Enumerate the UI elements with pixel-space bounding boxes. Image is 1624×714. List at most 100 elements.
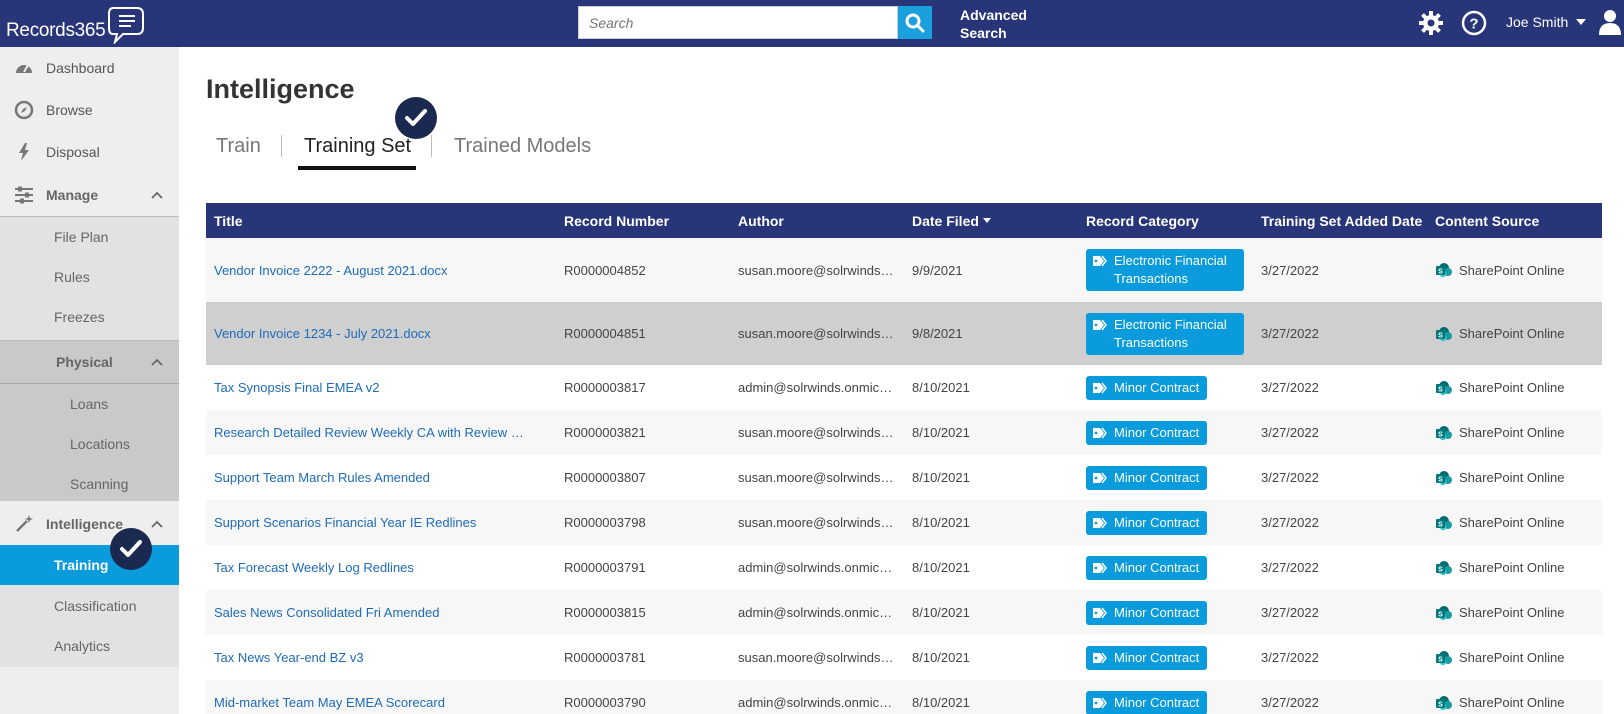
cell-added-date: 3/27/2022 (1261, 695, 1319, 710)
cell-author: susan.moore@solrwinds.onmicrosoft.com (738, 262, 896, 278)
cell-content-source: S SharePoint Online (1435, 680, 1600, 714)
gear-icon[interactable] (1418, 10, 1444, 36)
cell-record-category: Minor Contract (1086, 410, 1251, 455)
column-header-date-filed[interactable]: Date Filed (912, 203, 991, 238)
table-row[interactable]: Support Scenarios Financial Year IE Redl… (206, 500, 1602, 545)
category-badge[interactable]: Electronic Financial Transactions (1086, 312, 1244, 355)
record-title-link[interactable]: Sales News Consolidated Fri Amended (214, 605, 439, 620)
user-avatar-icon[interactable] (1598, 8, 1622, 36)
cell-record-category: Electronic Financial Transactions (1086, 302, 1251, 365)
table-row[interactable]: Tax News Year-end BZ v3 R0000003781 susan.… (206, 635, 1602, 680)
record-title-link[interactable]: Vendor Invoice 1234 - July 2021.docx (214, 326, 431, 341)
sidebar-item-file-plan[interactable]: File Plan (0, 217, 179, 257)
sidebar-item-training[interactable]: Training (0, 545, 179, 585)
sidebar-item-rules[interactable]: Rules (0, 257, 179, 297)
category-badge[interactable]: Electronic Financial Transactions (1086, 249, 1244, 291)
user-menu-caret-icon[interactable] (1576, 19, 1586, 25)
category-badge[interactable]: Minor Contract (1086, 510, 1208, 535)
column-header-record-number[interactable]: Record Number (564, 203, 669, 238)
record-title-link[interactable]: Support Team March Rules Amended (214, 470, 430, 485)
sidebar-label-scanning: Scanning (70, 476, 129, 492)
sidebar-item-dashboard[interactable]: Dashboard (0, 47, 179, 89)
cell-record-category: Minor Contract (1086, 365, 1251, 410)
column-header-added-date[interactable]: Training Set Added Date (1261, 203, 1422, 238)
cell-date-filed: 8/10/2021 (912, 605, 970, 620)
sidebar-section-physical[interactable]: Physical (0, 340, 179, 384)
user-name[interactable]: Joe Smith (1506, 14, 1568, 30)
table-header: Title Record Number Author Date Filed Re… (206, 203, 1602, 238)
record-title-link[interactable]: Support Scenarios Financial Year IE Redl… (214, 515, 476, 530)
tab-train[interactable]: Train (216, 135, 261, 158)
category-badge[interactable]: Minor Contract (1086, 555, 1208, 580)
table-row[interactable]: Research Detailed Review Weekly CA with … (206, 410, 1602, 455)
sidebar-section-intelligence[interactable]: Intelligence (0, 503, 179, 545)
category-badge[interactable]: Minor Contract (1086, 645, 1208, 670)
cell-record-number: R0000003790 (564, 695, 646, 710)
checkmark-badge-icon (395, 97, 437, 139)
record-title-link[interactable]: Tax Synopsis Final EMEA v2 (214, 380, 379, 395)
sidebar-item-browse[interactable]: Browse (0, 89, 179, 131)
logo[interactable]: Records365 (6, 4, 147, 44)
svg-text:?: ? (1469, 16, 1478, 33)
sidebar-item-classification[interactable]: Classification (0, 586, 179, 626)
tag-icon (1093, 319, 1107, 330)
column-header-title[interactable]: Title (214, 203, 243, 238)
sidebar-item-disposal[interactable]: Disposal (0, 131, 179, 173)
sidebar-item-scanning[interactable]: Scanning (0, 464, 179, 504)
sidebar-item-loans[interactable]: Loans (0, 384, 179, 424)
help-icon[interactable]: ? (1461, 10, 1487, 36)
cell-record-number: R0000004852 (564, 262, 646, 278)
table-row[interactable]: Tax Synopsis Final EMEA v2 R0000003817 adm… (206, 365, 1602, 410)
tag-icon (1093, 697, 1107, 708)
category-badge[interactable]: Minor Contract (1086, 465, 1208, 490)
record-title-link[interactable]: Tax News Year-end BZ v3 (214, 650, 364, 665)
cell-added-date: 3/27/2022 (1261, 470, 1319, 485)
sharepoint-icon: S (1436, 650, 1452, 665)
advanced-search-link[interactable]: Advanced Search (960, 6, 1040, 42)
cell-date-filed: 8/10/2021 (912, 695, 970, 710)
category-badge[interactable]: Minor Contract (1086, 375, 1208, 400)
table-row[interactable]: Sales News Consolidated Fri Amended R0000… (206, 590, 1602, 635)
sidebar-item-analytics[interactable]: Analytics (0, 626, 179, 666)
search-button[interactable] (898, 6, 932, 39)
record-title-link[interactable]: Vendor Invoice 2222 - August 2021.docx (214, 263, 447, 278)
cell-title: Vendor Invoice 1234 - July 2021.docx (214, 302, 532, 365)
sidebar-label-analytics: Analytics (54, 638, 111, 654)
table-row[interactable]: Support Team March Rules Amended R0000003… (206, 455, 1602, 500)
column-header-record-category[interactable]: Record Category (1086, 203, 1199, 238)
tab-training-set[interactable]: Training Set (304, 135, 411, 158)
cell-title: Vendor Invoice 2222 - August 2021.docx (214, 238, 532, 302)
sharepoint-icon: S (1436, 605, 1452, 620)
column-header-author[interactable]: Author (738, 203, 784, 238)
sharepoint-icon: S (1436, 470, 1452, 485)
sidebar-section-manage[interactable]: Manage (0, 173, 179, 217)
record-title-link[interactable]: Research Detailed Review Weekly CA with … (214, 425, 532, 440)
chevron-up-icon (151, 520, 163, 528)
tag-icon (1093, 562, 1107, 573)
record-title-link[interactable]: Tax Forecast Weekly Log Redlines (214, 560, 414, 575)
cell-author: susan.moore@solrwinds.onmicrosoft.com (738, 425, 896, 440)
column-header-content-source[interactable]: Content Source (1435, 203, 1539, 238)
table-row[interactable]: Vendor Invoice 1234 - July 2021.docx R000… (206, 302, 1602, 365)
cell-record-category: Minor Contract (1086, 455, 1251, 500)
sidebar-item-locations[interactable]: Locations (0, 424, 179, 464)
cell-date-filed: 9/8/2021 (912, 326, 963, 341)
table-row[interactable]: Vendor Invoice 2222 - August 2021.docx R0… (206, 238, 1602, 302)
sidebar-item-freezes[interactable]: Freezes (0, 297, 179, 337)
cell-record-number: R0000003798 (564, 515, 646, 530)
table-row[interactable]: Mid-market Team May EMEA Scorecard R00000… (206, 680, 1602, 714)
table-row[interactable]: Tax Forecast Weekly Log Redlines R0000003… (206, 545, 1602, 590)
cell-content-source: S SharePoint Online (1435, 410, 1600, 455)
cell-content-source: S SharePoint Online (1435, 545, 1600, 590)
svg-text:S: S (1438, 476, 1443, 483)
category-badge[interactable]: Minor Contract (1086, 420, 1208, 445)
search-input[interactable] (578, 6, 898, 39)
cell-title: Support Scenarios Financial Year IE Redl… (214, 500, 532, 545)
category-badge[interactable]: Minor Contract (1086, 600, 1208, 625)
compass-icon (14, 100, 34, 120)
category-badge[interactable]: Minor Contract (1086, 690, 1208, 714)
tab-trained-models[interactable]: Trained Models (454, 135, 591, 158)
record-title-link[interactable]: Mid-market Team May EMEA Scorecard (214, 695, 445, 710)
sharepoint-icon: S (1436, 263, 1452, 278)
cell-content-source: S SharePoint Online (1435, 365, 1600, 410)
